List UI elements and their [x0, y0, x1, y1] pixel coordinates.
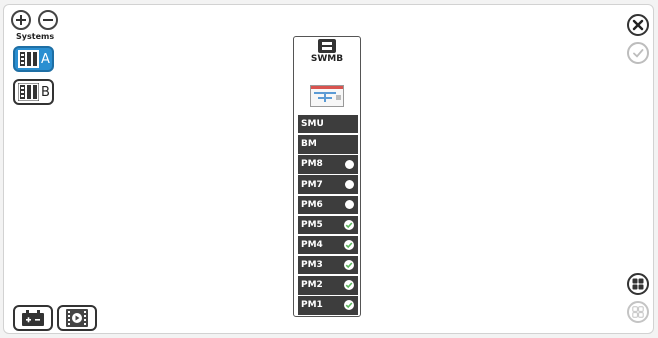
slot-label: PM3	[301, 260, 323, 271]
media-button[interactable]	[57, 305, 97, 331]
system-a-button[interactable]: A	[13, 46, 54, 72]
slot-pm3[interactable]: PM3	[298, 255, 358, 275]
system-a-label: A	[41, 51, 50, 67]
add-system-button[interactable]	[11, 10, 31, 30]
slot-pm8[interactable]: PM8	[298, 155, 358, 174]
empty-status-icon	[345, 159, 354, 169]
grid-view-outline-button[interactable]	[627, 301, 649, 323]
add-icon	[16, 15, 26, 25]
check-icon	[344, 219, 354, 230]
slot-label: PM7	[301, 179, 323, 190]
remove-system-button[interactable]	[38, 10, 58, 30]
close-button[interactable]	[627, 14, 649, 36]
slot-pm2[interactable]: PM2	[298, 276, 358, 295]
check-icon	[344, 280, 354, 291]
slot-pm6[interactable]: PM6	[298, 195, 358, 214]
battery-button[interactable]	[13, 305, 53, 331]
confirm-button[interactable]	[627, 42, 649, 64]
check-icon	[344, 240, 354, 251]
slot-label: BM	[301, 139, 317, 150]
remove-icon	[43, 19, 53, 21]
slot-label: SMU	[301, 119, 324, 130]
grid-view-button[interactable]	[627, 273, 649, 295]
media-icon	[66, 309, 88, 327]
cummins-logo-icon	[318, 39, 336, 53]
slot-pm7[interactable]: PM7	[298, 175, 358, 194]
battery-icon	[22, 310, 44, 326]
module-title: SWMB	[310, 54, 344, 64]
slot-smu[interactable]: SMU	[298, 115, 358, 134]
slot-label: PM5	[301, 219, 323, 230]
slot-label: PM8	[301, 159, 323, 170]
check-icon	[344, 300, 354, 311]
system-b-button[interactable]: B	[13, 79, 54, 105]
slot-pm1[interactable]: PM1	[298, 296, 358, 315]
slot-label: PM6	[301, 199, 323, 210]
empty-status-icon	[345, 180, 354, 190]
slot-label: PM1	[301, 300, 323, 311]
slot-bm[interactable]: BM	[298, 135, 358, 154]
rack-icon	[18, 50, 39, 68]
slot-pm5[interactable]: PM5	[298, 215, 358, 235]
slot-label: PM2	[301, 280, 323, 291]
confirm-icon	[633, 49, 644, 58]
schematic-icon	[310, 85, 344, 107]
slot-list: SMU BM PM8 PM7 PM6 PM5 PM4 PM3 PM2 PM1	[298, 115, 358, 316]
close-icon	[632, 19, 644, 31]
system-b-label: B	[41, 84, 50, 100]
grid-view-outline-icon	[632, 306, 644, 318]
empty-status-icon	[345, 200, 354, 210]
swmb-module-card[interactable]: SWMB SMU BM PM8 PM7 PM6 PM5 PM4 PM3 PM2 …	[293, 36, 361, 317]
grid-view-icon	[632, 278, 644, 290]
slot-pm4[interactable]: PM4	[298, 235, 358, 255]
systems-label: Systems	[16, 32, 55, 41]
slot-label: PM4	[301, 240, 323, 251]
check-icon	[344, 260, 354, 271]
rack-icon	[18, 83, 39, 101]
